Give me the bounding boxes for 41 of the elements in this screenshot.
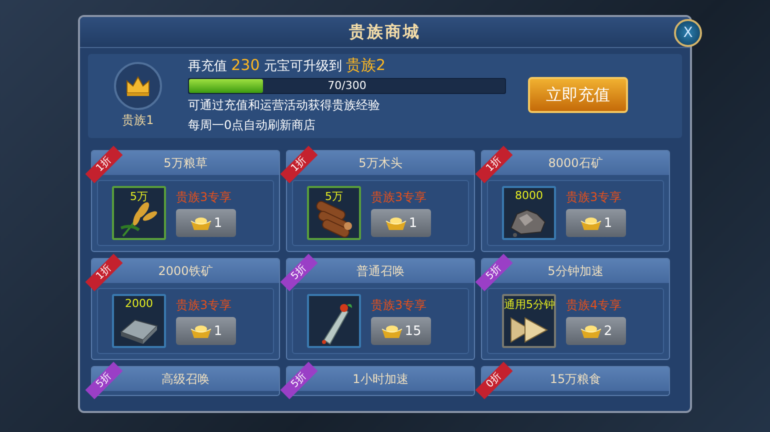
rank-label: 贵族1 — [122, 112, 154, 128]
requirement-label: 贵族3专享 — [371, 189, 428, 206]
requirement-label: 贵族4专享 — [566, 297, 623, 314]
recharge-button[interactable]: 立即充值 — [528, 77, 628, 113]
price-button[interactable]: 1 — [176, 317, 236, 345]
ingot-icon — [580, 215, 602, 231]
ingot-icon — [190, 215, 212, 231]
price-button[interactable]: 1 — [566, 209, 626, 237]
requirement-label: 贵族3专享 — [371, 297, 428, 314]
close-button[interactable]: X — [674, 19, 702, 47]
ingot-icon — [380, 323, 403, 339]
progress-reading: 70/300 — [326, 79, 368, 93]
item-title: 5分钟加速 — [548, 262, 604, 280]
item-amount: 5万 — [324, 189, 344, 204]
item-title: 2000铁矿 — [158, 262, 213, 280]
price-button[interactable]: 1 — [371, 209, 431, 237]
info-note: 可通过充值和运营活动获得贵族经验 — [188, 97, 381, 114]
item-title: 1小时加速 — [352, 370, 408, 388]
item-title: 5万木头 — [358, 154, 402, 172]
price-button[interactable]: 15 — [371, 317, 431, 345]
window-title: 贵族商城 — [349, 22, 421, 42]
price-button[interactable]: 1 — [176, 209, 236, 237]
ingot-icon — [384, 215, 407, 231]
item-amount: 8000 — [514, 189, 544, 202]
requirement-label: 贵族3专享 — [176, 297, 233, 314]
item-title: 高级召唤 — [162, 370, 210, 388]
item-title: 普通召唤 — [356, 262, 404, 280]
price-button[interactable]: 2 — [566, 317, 626, 345]
item-title: 5万粮草 — [164, 154, 208, 172]
item-amount: 2000 — [124, 297, 154, 310]
requirement-label: 贵族3专享 — [176, 189, 233, 206]
upgrade-message: 再充值 230 元宝可升级到 贵族2 — [188, 56, 387, 75]
ingot-icon — [580, 323, 602, 339]
crown-icon — [125, 74, 151, 96]
info-note: 每周一0点自动刷新商店 — [188, 117, 317, 134]
item-amount: 5万 — [129, 189, 149, 204]
ingot-icon — [190, 323, 212, 339]
item-title: 8000石矿 — [548, 154, 603, 172]
item-amount: 通用5分钟 — [504, 297, 554, 312]
item-title: 15万粮食 — [550, 370, 602, 388]
requirement-label: 贵族3专享 — [566, 189, 623, 206]
